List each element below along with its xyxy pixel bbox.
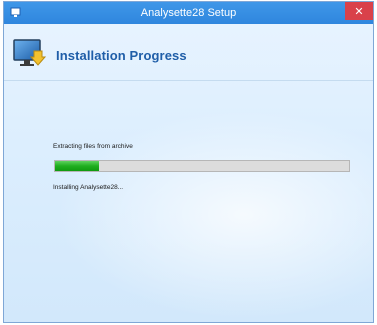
progress-bar: [54, 160, 350, 172]
content-area: [4, 81, 373, 322]
installing-detail-text: Installing Analysette28...: [53, 184, 124, 191]
page-title: Installation Progress: [56, 48, 187, 63]
close-icon: ✕: [354, 5, 364, 18]
close-button[interactable]: ✕: [345, 2, 373, 20]
app-icon: [10, 7, 21, 17]
status-text: Extracting files from archive: [53, 143, 133, 150]
installer-window: Analysette28 Setup ✕ Installation Progre…: [3, 1, 374, 323]
title-bar[interactable]: Analysette28 Setup ✕: [4, 2, 373, 24]
computer-monitor-icon: [13, 39, 46, 66]
progress-fill: [55, 161, 100, 171]
window-title: Analysette28 Setup: [140, 7, 237, 19]
